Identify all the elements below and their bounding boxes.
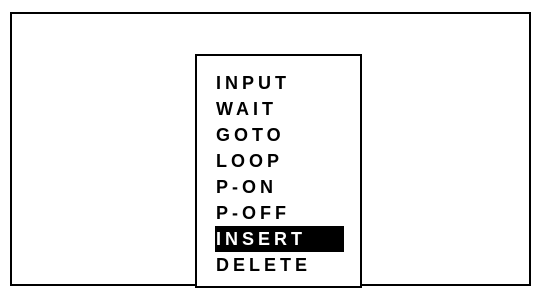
menu-item-goto[interactable]: GOTO (215, 122, 344, 148)
command-menu: INPUT WAIT GOTO LOOP P-ON P-OFF INSERT D… (195, 54, 362, 288)
menu-item-insert[interactable]: INSERT (215, 226, 344, 252)
menu-item-input[interactable]: INPUT (215, 70, 344, 96)
menu-item-p-on[interactable]: P-ON (215, 174, 344, 200)
menu-item-delete[interactable]: DELETE (215, 252, 344, 278)
menu-item-wait[interactable]: WAIT (215, 96, 344, 122)
display-screen: INPUT WAIT GOTO LOOP P-ON P-OFF INSERT D… (10, 12, 531, 288)
menu-item-loop[interactable]: LOOP (215, 148, 344, 174)
menu-item-p-off[interactable]: P-OFF (215, 200, 344, 226)
command-menu-list: INPUT WAIT GOTO LOOP P-ON P-OFF INSERT D… (215, 70, 344, 278)
